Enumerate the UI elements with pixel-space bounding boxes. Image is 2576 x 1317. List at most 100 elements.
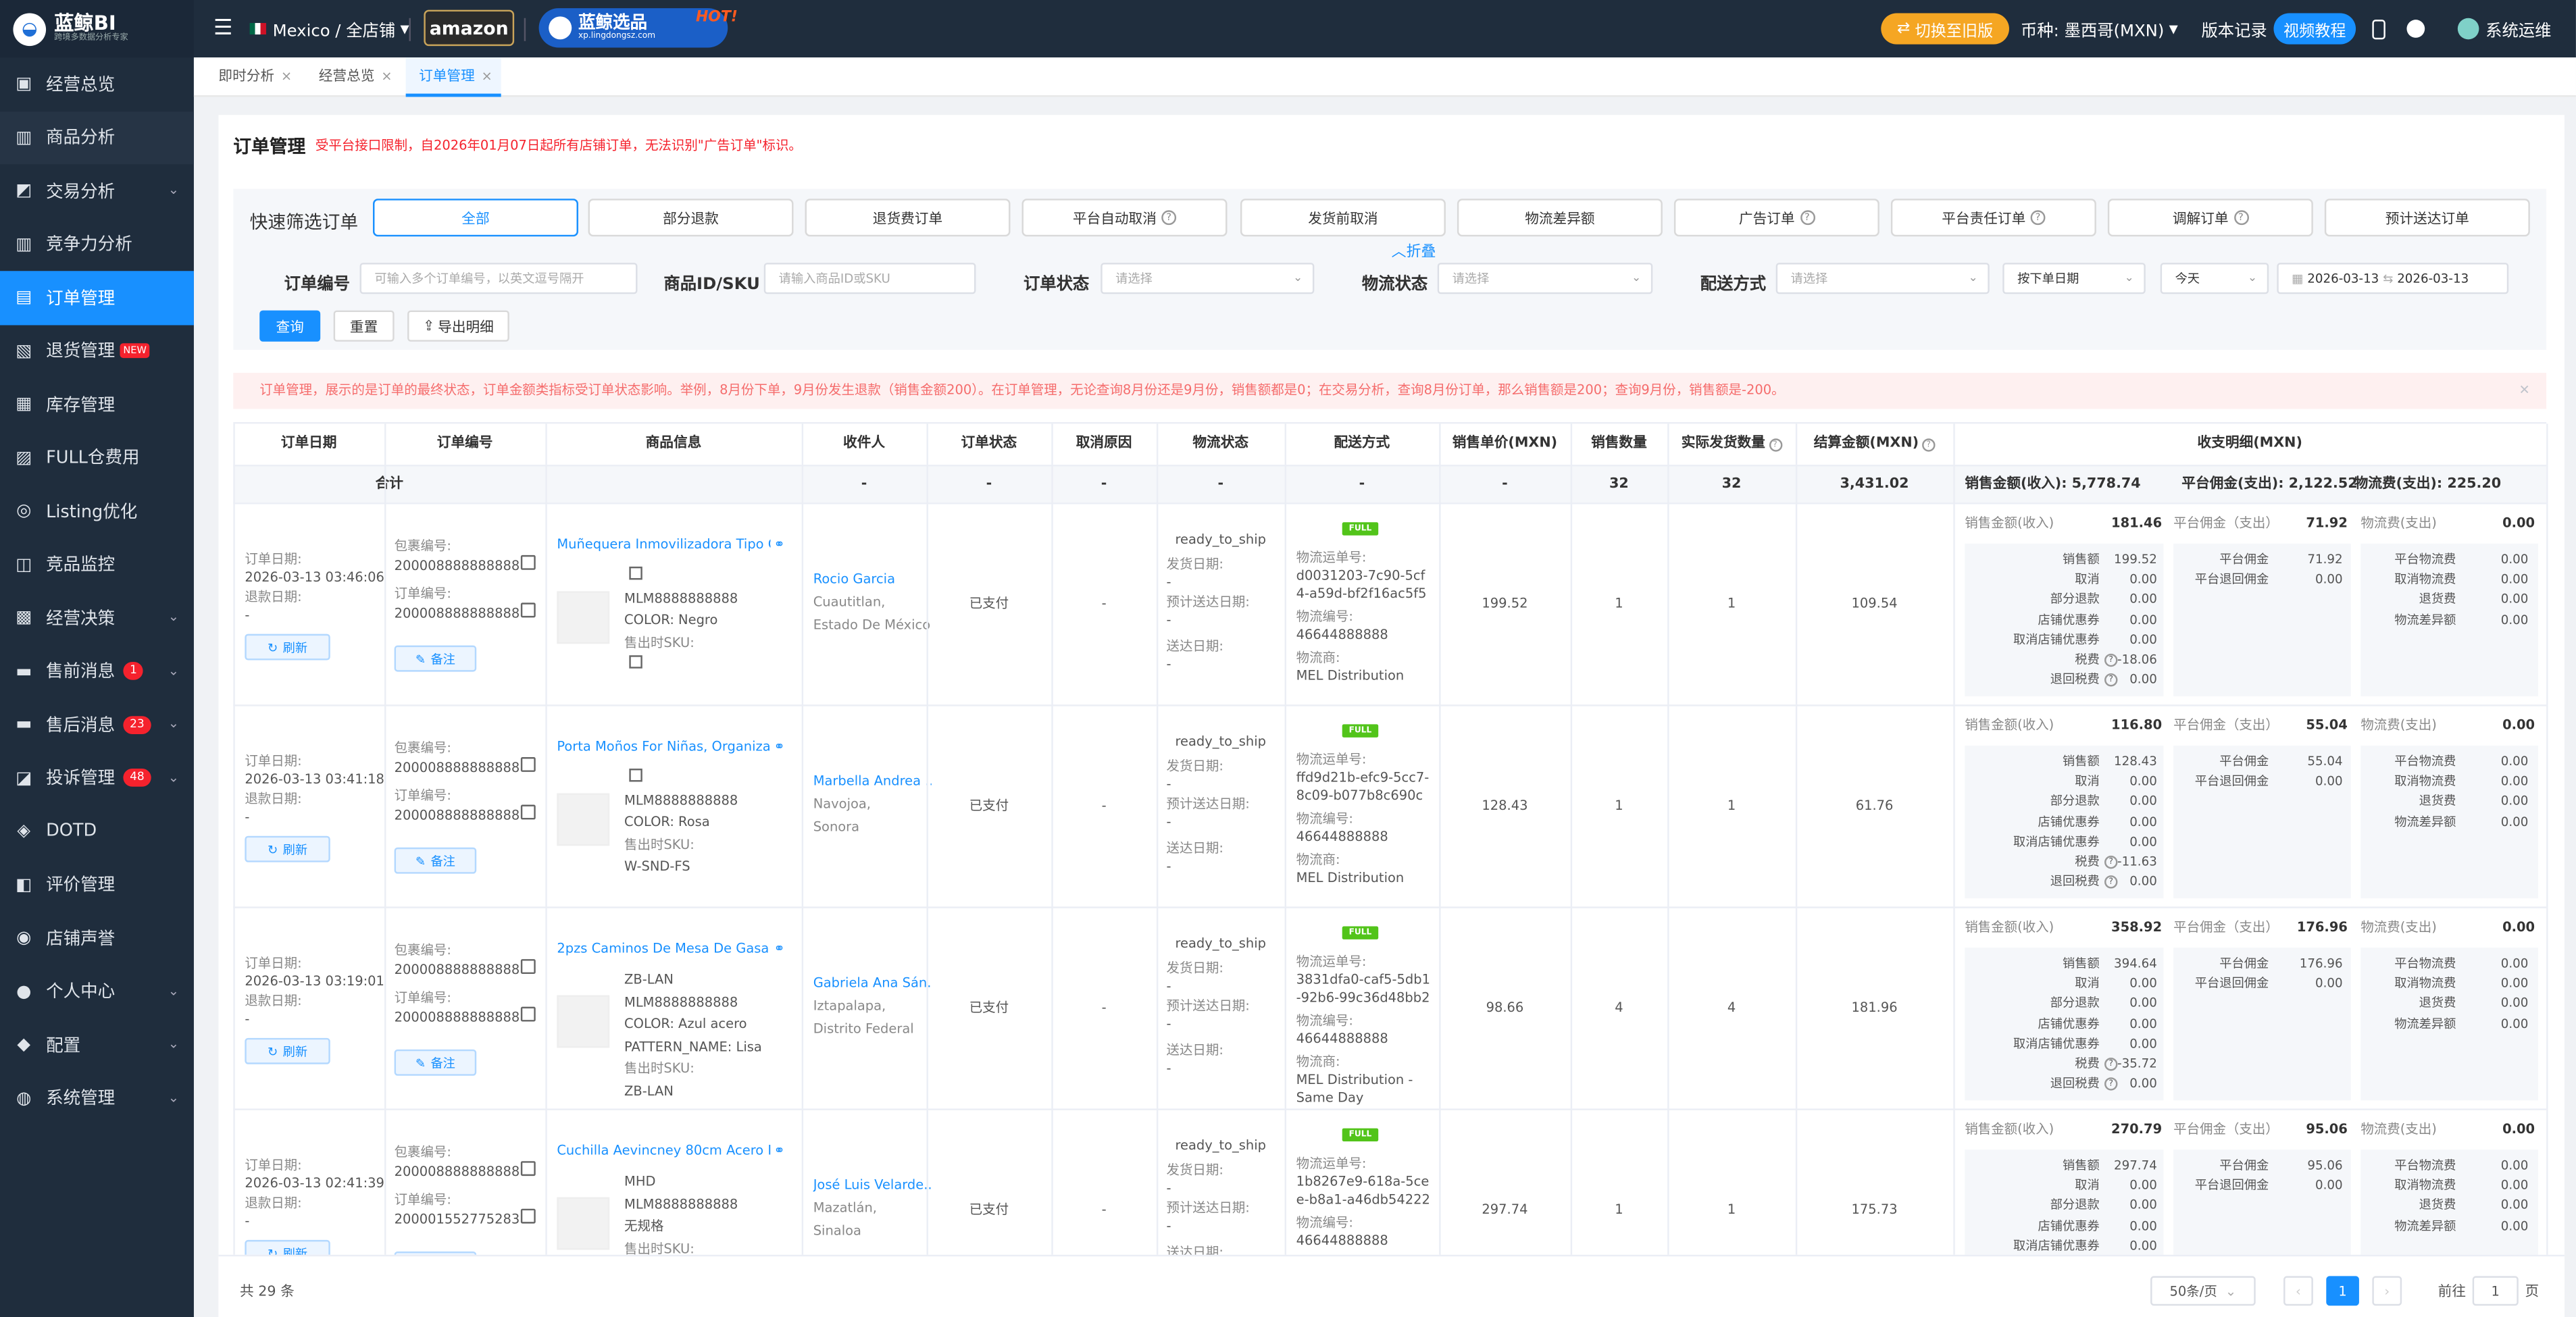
export-button[interactable]: ⇪ 导出明细	[407, 310, 509, 342]
quick-filter-7[interactable]: 平台责任订单?	[1890, 199, 2096, 237]
note-button[interactable]: ✎备注	[394, 645, 477, 672]
quick-filter-4[interactable]: 发货前取消	[1240, 199, 1446, 237]
close-icon[interactable]: ×	[482, 69, 493, 84]
switch-old-version-button[interactable]: ⇄ 切换至旧版	[1881, 13, 2009, 45]
sidebar-item-18[interactable]: ◆ 配置 ⌄	[0, 1018, 194, 1072]
tab-realtime[interactable]: 即时分析 ×	[205, 57, 301, 97]
copy-icon[interactable]	[520, 804, 536, 820]
copy-icon[interactable]	[520, 554, 536, 570]
logistics-status-select[interactable]: 请选择 ⌄	[1437, 263, 1653, 294]
sku-input[interactable]: 请输入商品ID或SKU	[763, 263, 976, 294]
date-range-picker[interactable]: ▦ 2026-03-13 ⇆ 2026-03-13	[2277, 263, 2509, 294]
collapse-toggle[interactable]: ︿折叠	[1392, 240, 1436, 261]
sidebar-item-3[interactable]: ▥ 竞争力分析	[0, 217, 194, 271]
sidebar-item-12[interactable]: ▬ 售后消息 23 ⌄	[0, 698, 194, 751]
delivery-method-select[interactable]: 请选择 ⌄	[1775, 263, 1990, 294]
column-header[interactable]: 结算金额(MXN)?	[1796, 423, 1953, 465]
page-size-select[interactable]: 50条/页 ⌄	[2150, 1276, 2256, 1306]
store-selector[interactable]: Mexico / 全店铺 ▼	[249, 0, 409, 57]
product-thumbnail[interactable]	[557, 995, 610, 1048]
quick-filter-0[interactable]: 全部	[372, 199, 578, 237]
column-header[interactable]: 订单日期	[233, 423, 384, 465]
sidebar-item-5[interactable]: ▧ 退货管理 NEW	[0, 324, 194, 378]
copy-icon[interactable]	[520, 959, 536, 974]
refresh-button[interactable]: ↻ 刷新	[245, 1037, 330, 1064]
sidebar-item-17[interactable]: ● 个人中心 ⌄	[0, 965, 194, 1018]
external-link-icon[interactable]: ⚭	[774, 738, 784, 756]
copy-icon[interactable]	[629, 566, 642, 580]
sidebar-item-7[interactable]: ▨ FULL仓费用	[0, 431, 194, 484]
product-title-link[interactable]: 2pzs Caminos De Mesa De Gasa ...	[557, 939, 770, 958]
menu-toggle-icon[interactable]: ☰	[213, 0, 232, 57]
copy-icon[interactable]	[629, 769, 642, 782]
column-header[interactable]: 收件人	[802, 423, 927, 465]
sidebar-item-2[interactable]: ◩ 交易分析 ⌄	[0, 164, 194, 217]
close-icon[interactable]: ×	[381, 69, 392, 84]
product-title-link[interactable]: Cuchilla Aevincney 80cm Acero In...	[557, 1141, 770, 1160]
refresh-button[interactable]: ↻ 刷新	[245, 634, 330, 661]
product-title-link[interactable]: Porta Moños For Niñas, Organiza...	[557, 738, 770, 756]
mobile-icon[interactable]	[2372, 0, 2385, 57]
sidebar-item-11[interactable]: ▬ 售前消息 1 ⌄	[0, 644, 194, 698]
copy-icon[interactable]	[520, 1006, 536, 1022]
copy-icon[interactable]	[629, 655, 642, 669]
sidebar-item-1[interactable]: ▥ 商品分析	[0, 111, 194, 165]
wechat-icon[interactable]	[2406, 0, 2425, 57]
user-menu[interactable]: 系统运维	[2457, 0, 2551, 57]
sidebar-item-0[interactable]: ▣ 经营总览	[0, 57, 194, 111]
query-button[interactable]: 查询	[259, 310, 321, 342]
quick-filter-5[interactable]: 物流差异额	[1457, 199, 1663, 237]
product-thumbnail[interactable]	[557, 591, 610, 644]
note-button[interactable]: ✎备注	[394, 847, 477, 874]
sidebar-item-16[interactable]: ◉ 店铺声誉	[0, 912, 194, 965]
reset-button[interactable]: 重置	[333, 310, 395, 342]
product-thumbnail[interactable]	[557, 1197, 610, 1250]
column-header[interactable]: 订单状态	[926, 423, 1051, 465]
sidebar-item-14[interactable]: ◈ DOTD	[0, 805, 194, 858]
product-thumbnail[interactable]	[557, 793, 610, 846]
column-header[interactable]: 销售单价(MXN)	[1439, 423, 1571, 465]
sidebar-item-4[interactable]: ▤ 订单管理	[0, 271, 194, 325]
date-range-select[interactable]: 今天 ⌄	[2160, 263, 2269, 294]
column-header[interactable]: 订单编号	[384, 423, 545, 465]
currency-selector[interactable]: 币种: 墨西哥(MXN) ▼	[2021, 0, 2178, 57]
copy-icon[interactable]	[520, 1161, 536, 1177]
sidebar-item-8[interactable]: ◎ Listing优化	[0, 484, 194, 538]
external-link-icon[interactable]: ⚭	[774, 939, 784, 958]
brand-logo[interactable]: ◒ 蓝鲸BI 跨境多数据分析专家	[0, 0, 194, 58]
sidebar-item-15[interactable]: ◧ 评价管理	[0, 858, 194, 912]
refresh-button[interactable]: ↻ 刷新	[245, 835, 330, 862]
sidebar-item-19[interactable]: ◍ 系统管理 ⌄	[0, 1072, 194, 1125]
quick-filter-8[interactable]: 调解订单?	[2107, 199, 2313, 237]
tab-overview[interactable]: 经营总览 ×	[305, 57, 399, 97]
external-link-icon[interactable]: ⚭	[774, 1141, 784, 1160]
goto-page-input[interactable]: 1	[2472, 1276, 2519, 1306]
column-header[interactable]: 收支明细(MXN)	[1953, 423, 2546, 465]
version-history-link[interactable]: 版本记录	[2201, 0, 2267, 57]
next-page-button[interactable]: ›	[2372, 1276, 2402, 1306]
recipient-link[interactable]: Gabriela Ana Sán...	[813, 974, 932, 992]
product-title-link[interactable]: Muñequera Inmovilizadora Tipo C...	[557, 536, 770, 554]
column-header[interactable]: 商品信息	[545, 423, 801, 465]
quick-filter-2[interactable]: 退货费订单	[805, 199, 1011, 237]
amazon-link[interactable]: amazon	[424, 9, 515, 47]
column-header[interactable]: 物流状态	[1157, 423, 1285, 465]
sidebar-item-10[interactable]: ▩ 经营决策 ⌄	[0, 591, 194, 644]
page-1-button[interactable]: 1	[2326, 1276, 2359, 1306]
sidebar-item-9[interactable]: ◫ 竞品监控	[0, 538, 194, 591]
quick-filter-3[interactable]: 平台自动取消?	[1021, 199, 1228, 237]
date-type-select[interactable]: 按下单日期 ⌄	[2002, 263, 2146, 294]
close-icon[interactable]: ×	[281, 69, 292, 84]
tab-order-management[interactable]: 订单管理 ×	[405, 57, 501, 97]
recipient-link[interactable]: Marbella Andrea ...	[813, 772, 932, 790]
external-link-icon[interactable]: ⚭	[774, 536, 784, 554]
copy-icon[interactable]	[520, 757, 536, 772]
close-icon[interactable]: ✕	[2519, 373, 2530, 409]
column-header[interactable]: 销售数量	[1571, 423, 1667, 465]
recipient-link[interactable]: José Luis Velarde...	[813, 1176, 932, 1194]
order-status-select[interactable]: 请选择 ⌄	[1101, 263, 1315, 294]
order-no-input[interactable]: 可输入多个订单编号，以英文逗号隔开	[359, 263, 638, 294]
note-button[interactable]: ✎备注	[394, 1049, 477, 1076]
sidebar-item-6[interactable]: ▦ 库存管理	[0, 378, 194, 431]
quick-filter-1[interactable]: 部分退款	[588, 199, 794, 237]
